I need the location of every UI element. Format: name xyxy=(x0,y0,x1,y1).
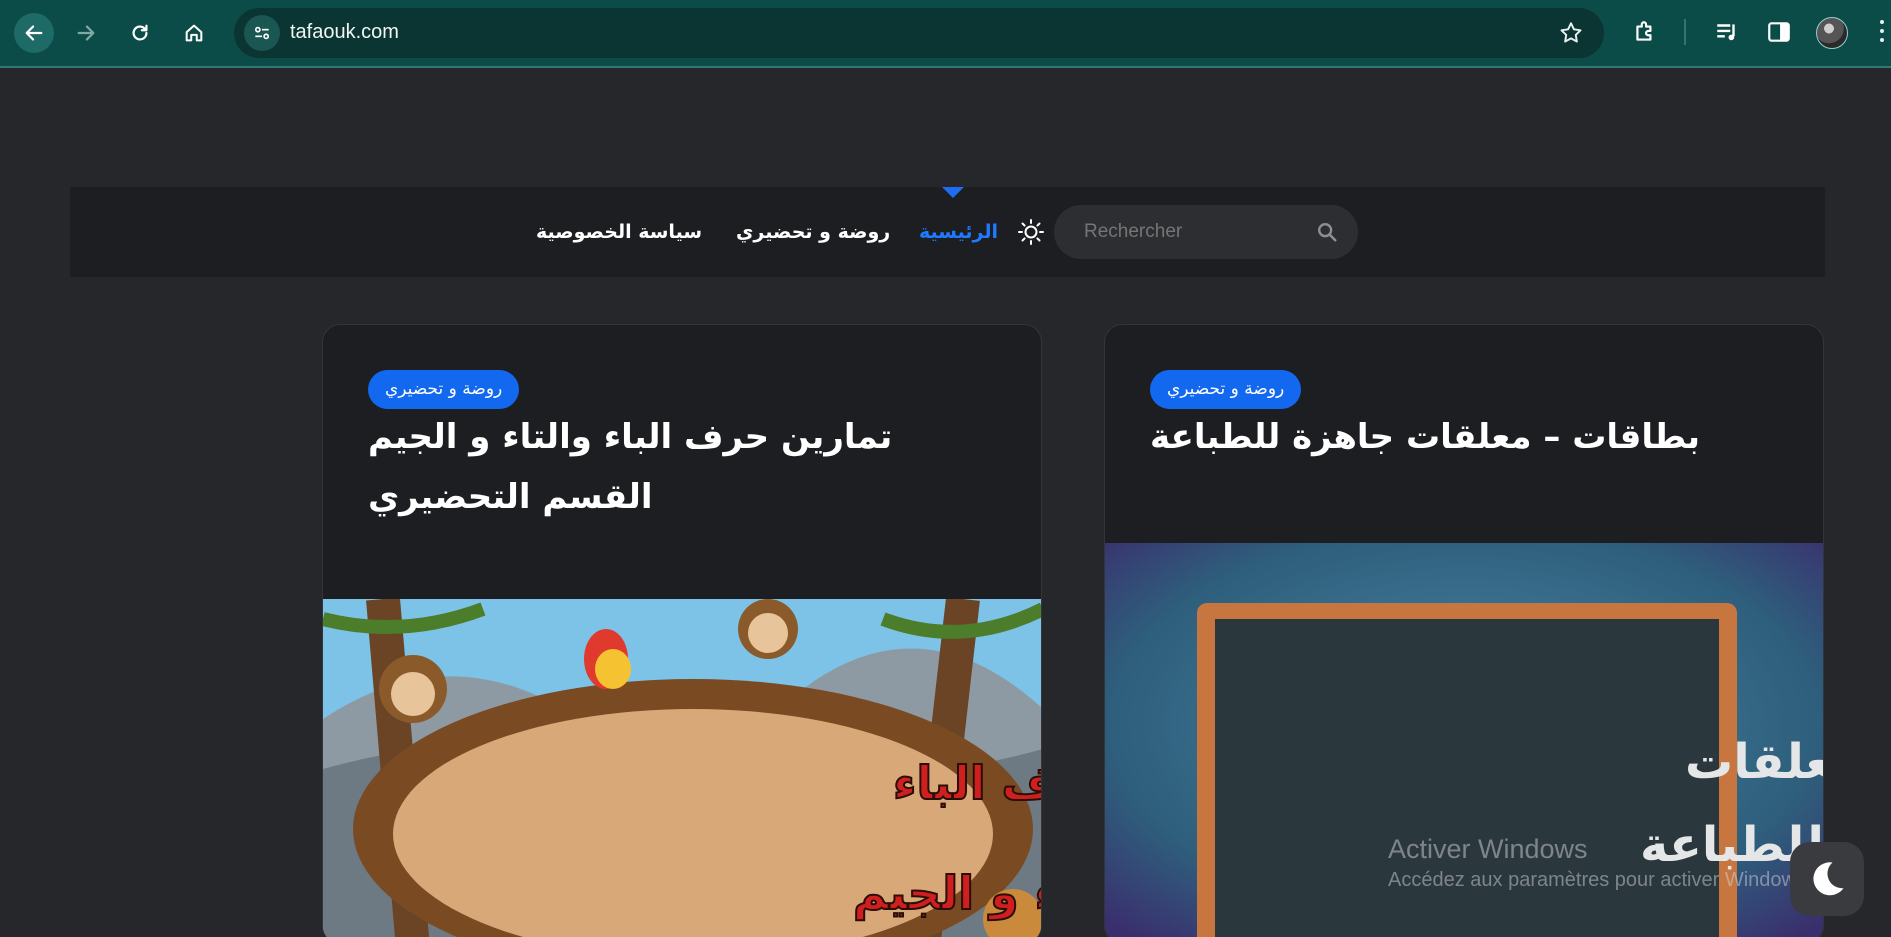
dark-mode-toggle[interactable] xyxy=(1790,842,1864,916)
thumb-title-line1: بطاقات – معلقات xyxy=(1685,734,1824,790)
home-button[interactable] xyxy=(174,13,214,53)
extensions-button[interactable] xyxy=(1630,17,1660,47)
post-title[interactable]: تمارين حرف الباء والتاء و الجيم القسم ال… xyxy=(368,407,998,527)
post-card[interactable]: روضة و تحضيري تمارين حرف الباء والتاء و … xyxy=(322,324,1042,937)
category-badge[interactable]: روضة و تحضيري xyxy=(368,370,520,409)
search-icon[interactable] xyxy=(1316,221,1338,243)
extensions-icon xyxy=(1636,21,1652,41)
forward-arrow-icon xyxy=(77,25,95,41)
thumb-title-line1: تمارين حرف الباء xyxy=(893,756,1042,810)
reload-button[interactable] xyxy=(120,13,160,53)
site-settings-icon xyxy=(254,26,270,40)
back-arrow-icon xyxy=(25,25,43,41)
site-settings-button[interactable] xyxy=(244,15,280,51)
reload-icon xyxy=(132,24,148,41)
profile-avatar[interactable] xyxy=(1816,17,1848,49)
category-badge[interactable]: روضة و تحضيري xyxy=(1150,370,1302,409)
watermark-title: Activer Windows xyxy=(1388,834,1588,864)
search-box[interactable] xyxy=(1054,205,1358,259)
side-panel-button[interactable] xyxy=(1764,17,1794,47)
jungle-illustration: تمارين حرف الباء والتاء و الجيم xyxy=(323,597,1042,937)
toolbar-divider xyxy=(1684,19,1686,45)
media-button[interactable] xyxy=(1712,17,1742,47)
menu-icon[interactable] xyxy=(1880,20,1886,46)
back-button[interactable] xyxy=(14,13,54,53)
post-thumbnail[interactable]: تمارين حرف الباء والتاء و الجيم xyxy=(323,597,1042,937)
forward-button[interactable] xyxy=(66,13,106,53)
search-input[interactable] xyxy=(1084,221,1304,243)
post-title[interactable]: بطاقات – معلقات جاهزة للطباعة xyxy=(1150,407,1780,467)
watermark-subtitle: Accédez aux paramètres pour activer Wind… xyxy=(1388,869,1812,891)
menu-item-home[interactable]: الرئيسية xyxy=(919,221,998,243)
windows-activation-watermark: Activer Windows Accédez aux paramètres p… xyxy=(1388,834,1812,892)
url-text[interactable]: tafaouk.com xyxy=(290,21,399,44)
address-bar[interactable]: tafaouk.com xyxy=(234,8,1604,58)
moon-icon xyxy=(1813,862,1844,896)
home-icon xyxy=(185,24,203,42)
side-panel-icon xyxy=(1768,22,1790,42)
sun-icon[interactable] xyxy=(1016,217,1046,247)
media-icon xyxy=(1717,24,1735,41)
menu-item-privacy[interactable]: سياسة الخصوصية xyxy=(536,221,702,243)
thumb-title-line2: والتاء و الجيم xyxy=(853,866,1042,920)
current-menu-indicator xyxy=(942,187,964,198)
bookmark-star-icon[interactable] xyxy=(1558,20,1584,46)
browser-toolbar: tafaouk.com xyxy=(0,0,1891,68)
menu-item-kindergarten[interactable]: روضة و تحضيري xyxy=(736,221,890,243)
